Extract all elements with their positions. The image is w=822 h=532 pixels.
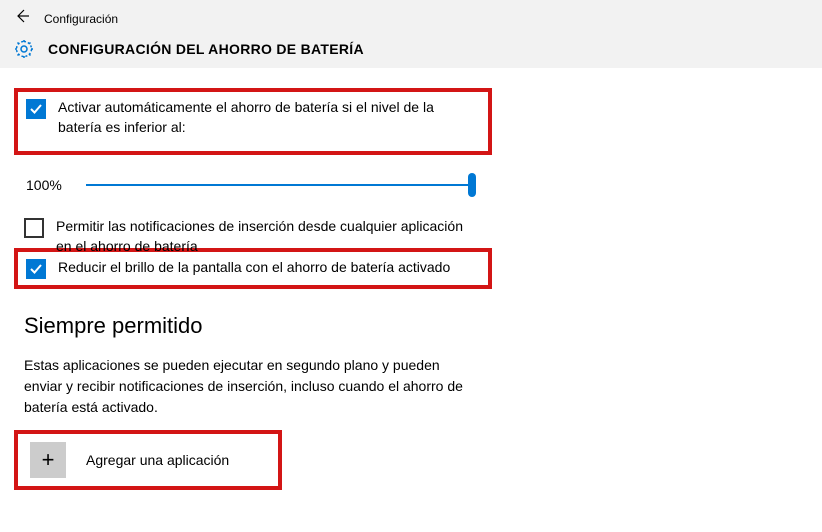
back-arrow-icon [14, 8, 30, 24]
header-bar: Configuración CONFIGURACIÓN DEL AHORRO D… [0, 0, 822, 68]
content-area: Activar automáticamente el ahorro de bat… [0, 68, 822, 510]
auto-enable-label: Activar automáticamente el ahorro de bat… [58, 98, 478, 137]
highlight-auto-enable: Activar automáticamente el ahorro de bat… [14, 88, 492, 155]
always-allowed-description: Estas aplicaciones se pueden ejecutar en… [24, 355, 474, 418]
header-top-row: Configuración [0, 0, 822, 33]
reduce-brightness-row: Reducir el brillo de la pantalla con el … [26, 258, 480, 279]
reduce-brightness-label: Reducir el brillo de la pantalla con el … [58, 258, 450, 278]
auto-enable-checkbox[interactable] [26, 99, 46, 119]
checkmark-icon [29, 262, 43, 276]
page-title: CONFIGURACIÓN DEL AHORRO DE BATERÍA [48, 41, 364, 57]
highlight-add-app: + Agregar una aplicación [14, 430, 282, 490]
checkmark-icon [29, 102, 43, 116]
back-button[interactable] [14, 8, 30, 29]
gear-icon [14, 39, 34, 59]
reduce-brightness-checkbox[interactable] [26, 259, 46, 279]
auto-enable-row: Activar automáticamente el ahorro de bat… [26, 98, 480, 137]
add-app-label: Agregar una aplicación [86, 452, 229, 468]
threshold-slider-row: 100% [26, 177, 798, 193]
add-app-button[interactable]: + Agregar una aplicación [26, 440, 270, 480]
plus-icon: + [30, 442, 66, 478]
allow-notifications-row: Permitir las notificaciones de inserción… [24, 217, 798, 256]
allow-notifications-label: Permitir las notificaciones de inserción… [56, 217, 476, 256]
threshold-slider[interactable] [86, 184, 476, 186]
allow-notifications-checkbox[interactable] [24, 218, 44, 238]
slider-value-text: 100% [26, 177, 62, 193]
slider-thumb[interactable] [468, 173, 476, 197]
header-main-row: CONFIGURACIÓN DEL AHORRO DE BATERÍA [0, 33, 822, 69]
header-small-title: Configuración [44, 12, 118, 26]
always-allowed-title: Siempre permitido [24, 313, 798, 339]
